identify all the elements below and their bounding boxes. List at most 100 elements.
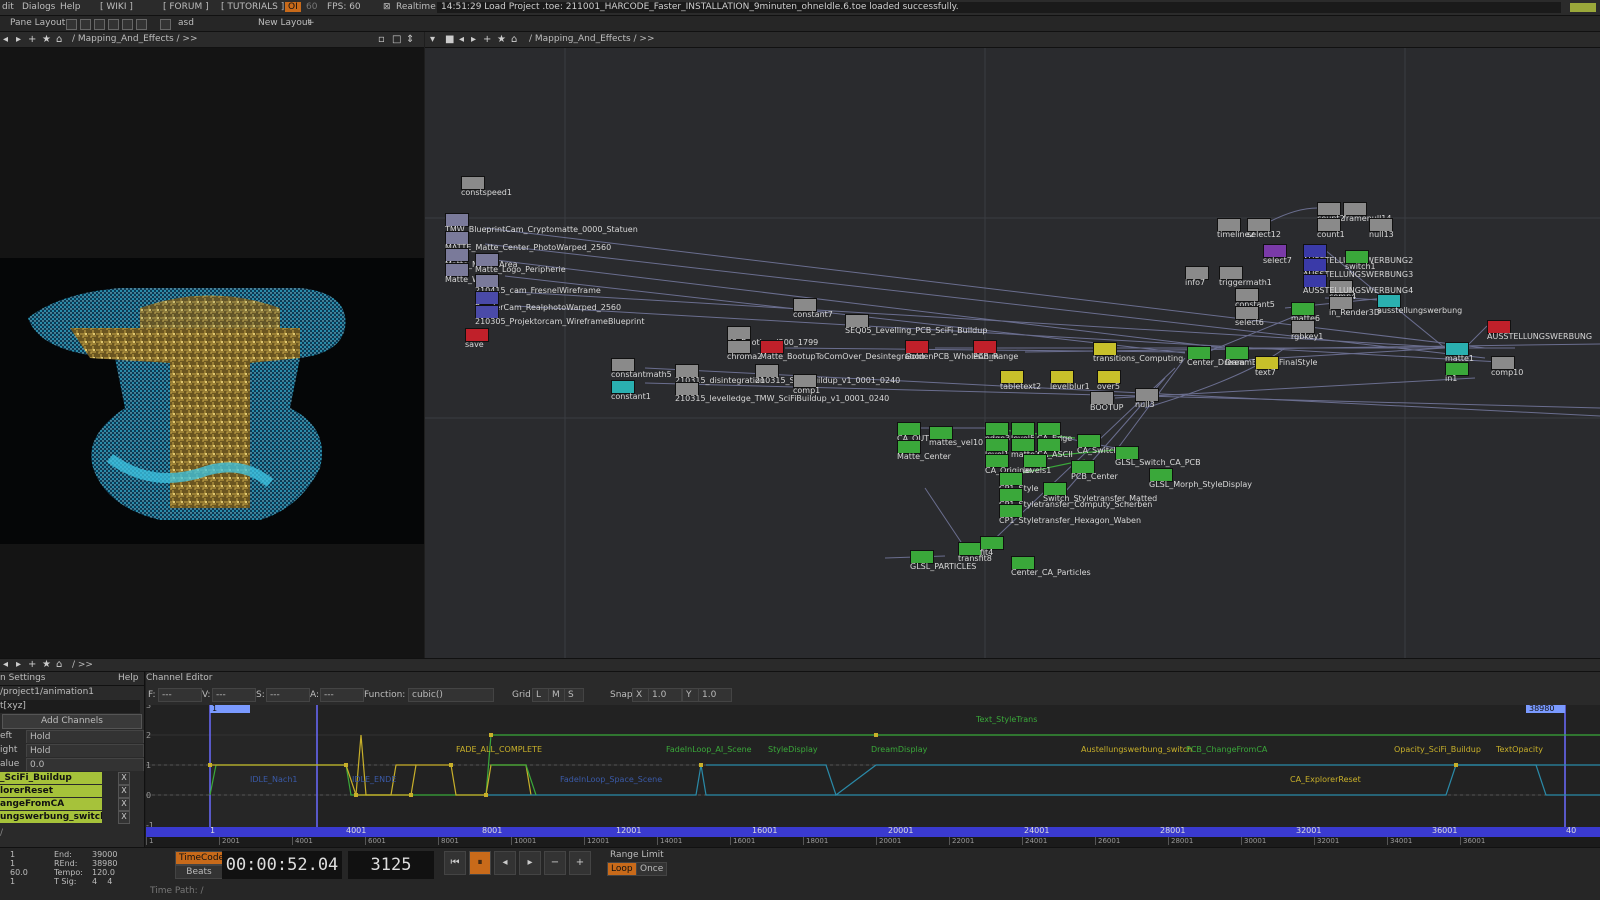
anim-star-icon[interactable]: ★ xyxy=(42,659,51,670)
accel-field[interactable]: --- xyxy=(320,688,364,702)
ruler-tick-label: 10001 xyxy=(511,837,536,845)
channel-scifi-buildup[interactable]: _SciFi_Buildup xyxy=(0,772,102,784)
left-extend-select[interactable]: Hold xyxy=(26,730,144,743)
layout-slot-6[interactable] xyxy=(136,19,147,30)
tutorials-link[interactable]: [ TUTORIALS ] xyxy=(221,2,284,12)
frame-display[interactable]: 3125 xyxy=(348,851,434,879)
network-menu-icon[interactable]: ▾ xyxy=(430,34,435,45)
snap-x-field[interactable]: 1.0 xyxy=(648,688,682,702)
anim-back-icon[interactable]: ◂ xyxy=(3,659,8,670)
range-end-label: 38980 xyxy=(1529,705,1555,713)
timebar-tick-label: 16001 xyxy=(752,826,778,835)
layout-slot-5[interactable] xyxy=(122,19,133,30)
viewer-pane[interactable] xyxy=(0,48,424,658)
right-extend-select[interactable]: Hold xyxy=(26,744,144,757)
snap-y-field[interactable]: 1.0 xyxy=(698,688,732,702)
layout-slot-7[interactable] xyxy=(160,19,171,30)
network-editor[interactable]: constspeed1 TMW_BlueprintCam_Cryptomatte_… xyxy=(425,48,1600,658)
anim-path-row: /project1/animation1 xyxy=(0,687,94,697)
pause-icon[interactable]: ⏸ xyxy=(469,851,491,875)
viewer-option-icon[interactable]: ▫ xyxy=(378,34,385,45)
timecode-toggle[interactable]: TimeCode xyxy=(175,851,224,865)
channel-explorer-reset[interactable]: lorerReset xyxy=(0,785,102,797)
network-add-icon[interactable]: + xyxy=(483,34,491,45)
timeline-setting-text: 39000 xyxy=(92,850,118,859)
forum-link[interactable]: [ FORUM ] xyxy=(163,2,209,12)
forward-icon[interactable]: ▸ xyxy=(16,34,21,45)
anim-path[interactable]: / >> xyxy=(72,660,93,670)
viewer-split-icon[interactable]: □ xyxy=(392,34,401,45)
anim-help-button[interactable]: Help xyxy=(118,672,139,685)
channel-filter-input[interactable]: t[xyz] xyxy=(0,700,140,713)
once-toggle[interactable]: Once xyxy=(636,862,668,876)
wiki-link[interactable]: [ WIKI ] xyxy=(100,2,133,12)
y-tick-label: 0 xyxy=(146,791,152,800)
operator-label: tabletext2 xyxy=(1000,382,1042,391)
layout-slot-1[interactable] xyxy=(66,19,77,30)
add-icon[interactable]: + xyxy=(28,34,36,45)
menu-dialogs[interactable]: Dialogs xyxy=(22,2,55,12)
ruler-tick-label: 28001 xyxy=(1168,837,1193,845)
fps-label: FPS: 60 xyxy=(327,2,361,12)
operator-label: levels1 xyxy=(1023,466,1052,475)
time-bar[interactable]: 1 4001 8001 12001 16001 20001 24001 28001 32001 3… xyxy=(146,826,1600,837)
network-stop-icon[interactable]: ■ xyxy=(445,34,454,45)
realtime-checkbox[interactable]: ⊠ xyxy=(383,2,391,12)
layout-slot-2[interactable] xyxy=(80,19,91,30)
new-layout-button[interactable]: New Layout xyxy=(258,18,311,28)
minus-icon[interactable]: − xyxy=(544,851,566,875)
network-forward-icon[interactable]: ▸ xyxy=(471,34,476,45)
channel-editor-title: Channel Editor xyxy=(146,673,213,683)
plus-icon[interactable]: + xyxy=(569,851,591,875)
channel-remove-button[interactable]: X xyxy=(118,785,130,798)
anim-add-icon[interactable]: + xyxy=(28,659,36,670)
channel-remove-button[interactable]: X xyxy=(118,798,130,811)
rewind-icon[interactable]: ⏮ xyxy=(444,851,466,875)
ruler-tick-label: 30001 xyxy=(1241,837,1266,845)
curve-label: Austellungswerbung_switch xyxy=(1081,745,1193,754)
network-home-icon[interactable]: ⌂ xyxy=(511,34,517,45)
oi-badge[interactable]: OI xyxy=(285,2,301,12)
play-icon[interactable]: ▸ xyxy=(519,851,541,875)
beats-toggle[interactable]: Beats xyxy=(175,865,223,879)
slope-field[interactable]: --- xyxy=(266,688,310,702)
back-icon[interactable]: ◂ xyxy=(3,34,8,45)
layout-slot-3[interactable] xyxy=(94,19,105,30)
frame-field[interactable]: --- xyxy=(158,688,202,702)
star-icon[interactable]: ★ xyxy=(42,34,51,45)
channel-remove-button[interactable]: X xyxy=(118,772,130,785)
add-layout-icon[interactable]: + xyxy=(307,18,315,28)
y-tick-label: 2 xyxy=(146,731,152,740)
curve-label: FadeInLoop_Space_Scene xyxy=(560,775,663,784)
ruler-tick-label: 16001 xyxy=(730,837,755,845)
timebar-tick-label: 32001 xyxy=(1296,826,1322,835)
timecode-display[interactable]: 00:00:52.04 xyxy=(222,851,342,879)
channel-change-from-ca[interactable]: angeFromCA xyxy=(0,798,102,810)
pane-layout-label: Pane Layout xyxy=(10,18,66,28)
grid-small-toggle[interactable]: S xyxy=(564,688,584,702)
network-star-icon[interactable]: ★ xyxy=(497,34,506,45)
viewer-pin-icon[interactable]: ⇕ xyxy=(406,34,414,45)
step-back-icon[interactable]: ◂ xyxy=(494,851,516,875)
network-back-icon[interactable]: ◂ xyxy=(459,34,464,45)
menu-edit[interactable]: dit xyxy=(2,2,14,12)
default-value-input[interactable]: 0.0 xyxy=(26,758,144,771)
loop-toggle[interactable]: Loop xyxy=(607,862,637,876)
operator-label: Center_CA_Particles xyxy=(1011,568,1091,577)
viewer-path[interactable]: / Mapping_And_Effects / >> xyxy=(72,34,198,44)
menu-help[interactable]: Help xyxy=(60,2,81,12)
anim-home-icon[interactable]: ⌂ xyxy=(56,659,62,670)
layout-name[interactable]: asd xyxy=(178,18,194,28)
channel-werbung-switch[interactable]: ungswerbung_switch xyxy=(0,811,102,823)
channel-graph[interactable]: 3 2 1 0 -1 Text_StyleTrans FADE_ALL_COMPLETE F… xyxy=(146,705,1600,827)
value-field[interactable]: --- xyxy=(212,688,256,702)
network-path[interactable]: / Mapping_And_Effects / >> xyxy=(529,34,655,44)
add-channels-button[interactable]: Add Channels xyxy=(2,714,142,729)
home-icon[interactable]: ⌂ xyxy=(56,34,62,45)
anim-forward-icon[interactable]: ▸ xyxy=(16,659,21,670)
channel-remove-button[interactable]: X xyxy=(118,811,130,824)
time-ruler[interactable]: 1 2001 4001 6001 8001 10001 12001 14001 16001 180… xyxy=(146,837,1600,847)
curve-graph[interactable] xyxy=(146,705,1600,827)
layout-slot-4[interactable] xyxy=(108,19,119,30)
function-field[interactable]: cubic() xyxy=(408,688,494,702)
